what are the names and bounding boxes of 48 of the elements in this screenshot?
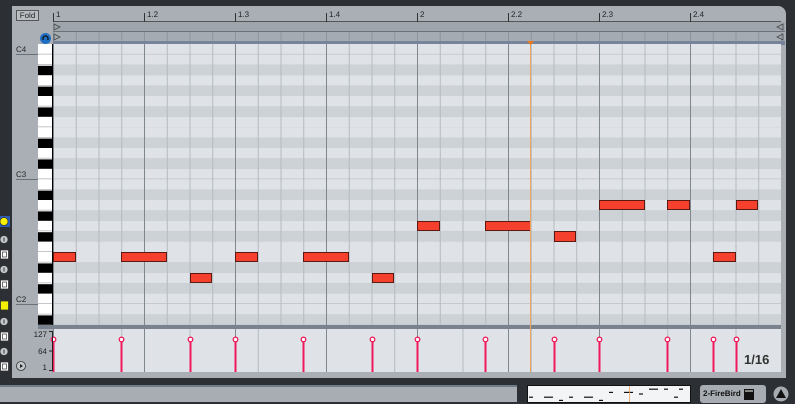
beat-label: 2.2 [511, 10, 522, 20]
piano-keyboard-drawing[interactable] [38, 44, 53, 325]
midi-note[interactable] [235, 252, 258, 262]
circle-toggle-button[interactable] [0, 234, 10, 245]
square-toggle-button[interactable] [0, 249, 10, 260]
velocity-stem[interactable] [50, 336, 57, 372]
note-label: C2 [16, 295, 26, 304]
midi-note[interactable] [736, 200, 758, 210]
loop-strip-drawing[interactable] [53, 22, 785, 45]
fold-button[interactable]: Fold [16, 10, 39, 21]
beat-label: 1.2 [147, 10, 158, 20]
expand-up-button[interactable] [773, 386, 789, 402]
circle-toggle-button[interactable] [0, 316, 10, 327]
square-toggle-button[interactable] [0, 300, 10, 311]
clip-overview-drawing[interactable] [527, 385, 691, 403]
velocity-scale-icon [49, 331, 53, 371]
beat-label: 1.4 [329, 10, 340, 20]
beat-label: 2 [420, 10, 424, 20]
circle-toggle-button[interactable] [0, 216, 10, 227]
square-toggle-button[interactable] [0, 279, 10, 290]
midi-note[interactable] [599, 200, 644, 210]
play-icon[interactable] [16, 361, 26, 371]
grid-size-label: 1/16 [744, 352, 770, 367]
midi-note[interactable] [53, 252, 76, 262]
midi-note[interactable] [417, 220, 440, 232]
beat-label: 2.3 [602, 10, 614, 20]
midi-note[interactable] [303, 252, 349, 262]
headphones-icon[interactable] [40, 33, 51, 44]
device-icon[interactable] [744, 388, 754, 400]
status-field[interactable] [0, 385, 517, 402]
midi-note[interactable] [712, 252, 736, 262]
square-toggle-button[interactable] [0, 331, 10, 342]
beat-label: 2.4 [693, 10, 704, 20]
beat-label: 1.3 [238, 10, 250, 20]
circle-toggle-button[interactable] [0, 346, 10, 357]
velocity-label: 127 [34, 330, 47, 339]
midi-note[interactable] [554, 231, 576, 242]
velocity-label: 64 [38, 347, 47, 356]
note-label: C3 [16, 170, 26, 180]
track-name-box[interactable]: 2-FireBird [700, 385, 766, 403]
midi-note[interactable] [121, 252, 167, 262]
circle-toggle-button[interactable] [0, 264, 10, 275]
beat-label: 1 [56, 10, 60, 20]
note-label: C4 [16, 45, 26, 54]
velocity-label: 1 [42, 363, 47, 372]
track-name: 2-FireBird [703, 389, 741, 399]
square-toggle-button[interactable] [0, 361, 10, 372]
midi-note[interactable] [667, 200, 690, 210]
